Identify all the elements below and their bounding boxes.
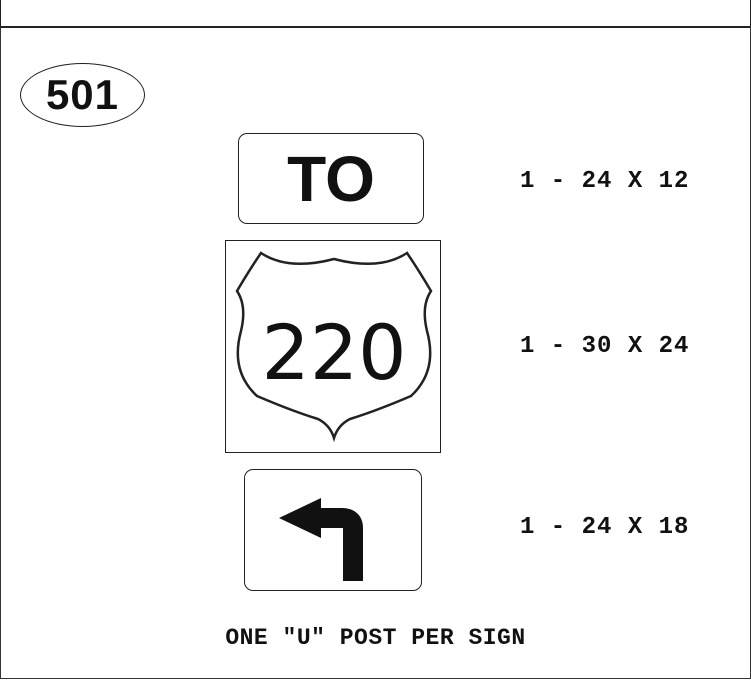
route-number: 220 [261, 308, 406, 397]
left-turn-arrow-icon [279, 498, 363, 581]
us-route-marker-sign: 220 [225, 240, 441, 453]
to-sign: TO [238, 133, 424, 224]
arrow-sign-size: 1 - 24 X 18 [520, 514, 690, 541]
to-sign-legend: TO [287, 142, 375, 215]
to-sign-size: 1 - 24 X 12 [520, 168, 690, 195]
us-shield-icon: 220 [235, 251, 433, 443]
route-sign-size: 1 - 30 X 24 [520, 333, 690, 360]
turn-arrow-sign [244, 469, 422, 591]
sheet-header-band [0, 0, 751, 28]
sheet-id-oval: 501 [20, 63, 145, 127]
post-note: ONE "U" POST PER SIGN [225, 625, 526, 651]
